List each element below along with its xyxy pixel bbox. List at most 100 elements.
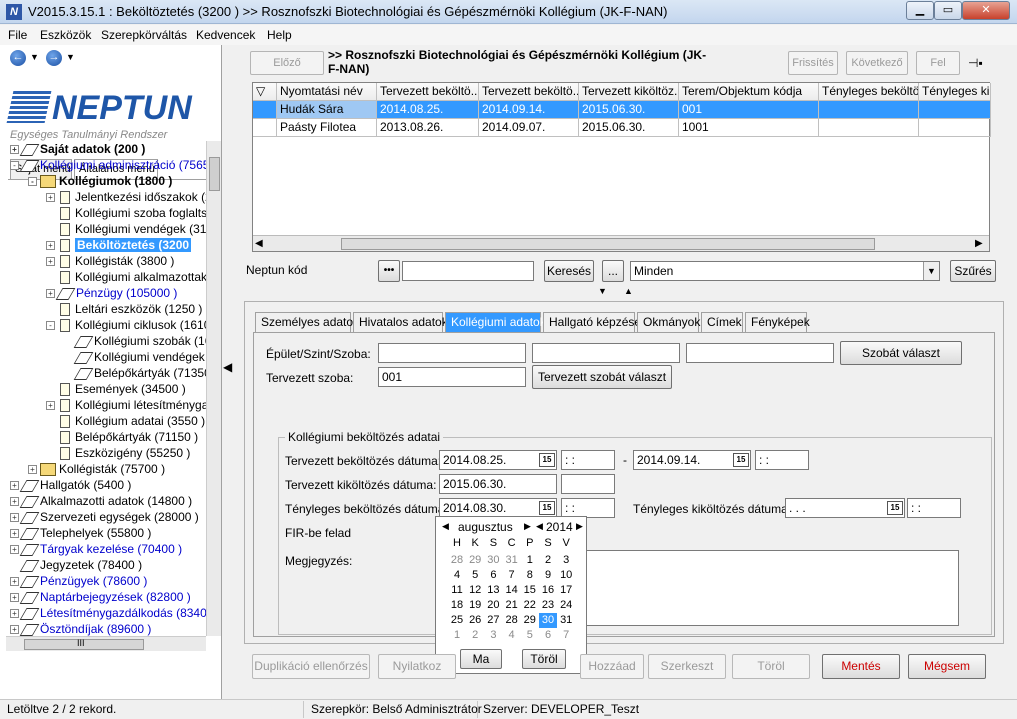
calendar-day[interactable]: 5 [466, 568, 484, 583]
add-button[interactable]: Hozzáad [580, 654, 644, 679]
tree-vertical-scrollbar[interactable] [206, 141, 221, 636]
calendar-day[interactable]: 11 [448, 583, 466, 598]
prev-button[interactable]: Előző [250, 51, 324, 75]
calendar-day[interactable]: 4 [503, 628, 521, 643]
menu-szerepkorvaltas[interactable]: Szerepkörváltás [101, 28, 187, 42]
room-input[interactable] [686, 343, 834, 363]
tree-item[interactable]: Jegyzetek (78400 ) [10, 557, 142, 573]
grid-cell[interactable]: 2014.09.14. [479, 101, 579, 119]
pin-icon[interactable]: ⊣▪ [968, 56, 983, 70]
grid-cell[interactable] [819, 119, 919, 137]
maximize-button[interactable]: ▭ [934, 1, 962, 20]
tree-item[interactable]: - Kollégiumok (1800 ) [28, 173, 172, 189]
grid-column-header[interactable]: Nyomtatási név [277, 83, 377, 101]
calendar-day[interactable]: 4 [448, 568, 466, 583]
calendar-icon[interactable]: 15 [539, 453, 555, 467]
next-year-icon[interactable]: ▶ [576, 521, 583, 532]
calendar-day[interactable]: 9 [539, 568, 557, 583]
minimize-button[interactable]: ▁ [906, 1, 934, 20]
planned-in-to-time[interactable]: : : [755, 450, 809, 470]
tree-item[interactable]: Kollégiumi szoba foglaltsá [46, 205, 206, 221]
next-month-icon[interactable]: ▶ [524, 521, 531, 532]
calendar-day[interactable]: 31 [557, 613, 575, 628]
tree-item[interactable]: + Pénzügyek (78600 ) [10, 573, 147, 589]
declaration-button[interactable]: Nyilatkoz [378, 654, 456, 679]
detail-tab[interactable]: Címek [701, 312, 743, 332]
calendar-day[interactable]: 21 [503, 598, 521, 613]
grid-row-header[interactable] [253, 119, 277, 137]
grid-cell[interactable]: 2014.08.25. [377, 101, 479, 119]
scroll-left-icon[interactable]: ◀ [255, 238, 263, 249]
calendar-day[interactable]: 5 [521, 628, 539, 643]
actual-out-time[interactable]: : : [907, 498, 961, 518]
close-button[interactable]: ✕ [962, 1, 1010, 20]
search-options-button[interactable]: ••• [378, 260, 400, 282]
tree-item[interactable]: + Kollégisták (3800 ) [46, 253, 174, 269]
menu-help[interactable]: Help [267, 28, 292, 42]
expand-icon[interactable]: + [10, 545, 19, 555]
detail-tab[interactable]: Hivatalos adatok [353, 312, 448, 332]
calendar-day[interactable]: 25 [448, 613, 466, 628]
filter-combo[interactable]: Minden ▼ [630, 261, 940, 281]
expand-icon[interactable]: + [10, 145, 19, 155]
cancel-button[interactable]: Mégsem [908, 654, 986, 679]
calendar-day[interactable]: 2 [466, 628, 484, 643]
grid-row-header[interactable] [253, 101, 277, 119]
grid-scroll-thumb[interactable] [341, 238, 875, 250]
tree-item[interactable]: Kollégium adatai (3550 ) [46, 413, 205, 429]
save-button[interactable]: Mentés [822, 654, 900, 679]
calendar-day[interactable]: 6 [539, 628, 557, 643]
grid-cell[interactable] [919, 119, 991, 137]
collapse-left-panel-icon[interactable]: ◀ [223, 360, 233, 380]
tree-item[interactable]: Kollégiumi vendégek (315 [46, 221, 206, 237]
calendar-month[interactable]: augusztus [458, 520, 513, 534]
filter-button[interactable]: Szűrés [950, 260, 996, 282]
tree-item[interactable]: + Beköltöztetés (3200 [46, 237, 192, 253]
calendar-day[interactable]: 22 [521, 598, 539, 613]
calendar-day[interactable]: 30 [539, 613, 557, 628]
calendar-icon[interactable]: 15 [539, 501, 555, 515]
tree-item[interactable]: + Hallgatók (5400 ) [10, 477, 131, 493]
grid-cell[interactable]: 2015.06.30. [579, 119, 679, 137]
calendar-icon[interactable]: 15 [887, 501, 903, 515]
grid-column-header[interactable]: Tervezett kiköltöz... [579, 83, 679, 101]
grid-column-header[interactable]: Tényleges kikö [919, 83, 991, 101]
room-select-button[interactable]: Szobát választ [840, 341, 962, 365]
tree-item[interactable]: Belépőkártyák (71150 ) [46, 429, 198, 445]
grid-column-header[interactable]: Tényleges beköltö... [819, 83, 919, 101]
calendar-day[interactable]: 31 [503, 553, 521, 568]
calendar-day[interactable]: 6 [484, 568, 502, 583]
search-button[interactable]: Keresés [544, 260, 594, 282]
calendar-day[interactable]: 17 [557, 583, 575, 598]
tree-item[interactable]: Belépőkártyák (71350 [64, 365, 206, 381]
planned-out-input[interactable]: 2015.06.30. [439, 474, 557, 494]
menu-kedvencek[interactable]: Kedvencek [196, 28, 255, 42]
actual-in-time[interactable]: : : [561, 498, 615, 518]
tree-item[interactable]: - Kollégiumi ciklusok (1610 [46, 317, 206, 333]
calendar-day[interactable]: 16 [539, 583, 557, 598]
grid-column-header[interactable]: Terem/Objektum kódja [679, 83, 819, 101]
split-up-icon[interactable]: ▲ [624, 286, 633, 296]
expand-icon[interactable]: + [10, 529, 19, 539]
calendar-day[interactable]: 1 [521, 553, 539, 568]
tree-item[interactable]: + Ösztöndíjak (89600 ) [10, 621, 151, 636]
tree-item[interactable]: Események (34500 ) [46, 381, 186, 397]
expand-icon[interactable]: + [10, 625, 19, 635]
calendar-day[interactable]: 15 [521, 583, 539, 598]
tree-item[interactable]: + Telephelyek (55800 ) [10, 525, 151, 541]
back-dropdown-icon[interactable]: ▼ [30, 52, 39, 62]
detail-tab[interactable]: Hallgató képzései [543, 312, 644, 332]
grid-cell[interactable]: 2015.06.30. [579, 101, 679, 119]
tree-item[interactable]: + Szervezeti egységek (28000 ) [10, 509, 199, 525]
calendar-day[interactable]: 10 [557, 568, 575, 583]
refresh-button[interactable]: Frissítés [788, 51, 838, 75]
back-arrow-icon[interactable]: ← [10, 50, 26, 66]
calendar-day[interactable]: 24 [557, 598, 575, 613]
calendar-day[interactable]: 23 [539, 598, 557, 613]
tree-horizontal-scrollbar[interactable]: III [6, 636, 206, 651]
expand-icon[interactable]: + [10, 481, 19, 491]
detail-tab[interactable]: Okmányok [637, 312, 700, 332]
tree-item[interactable]: + Pénzügy (105000 ) [46, 285, 177, 301]
planned-in-from-time[interactable]: : : [561, 450, 615, 470]
grid-horizontal-scrollbar[interactable]: ◀ ▶ [253, 235, 989, 251]
